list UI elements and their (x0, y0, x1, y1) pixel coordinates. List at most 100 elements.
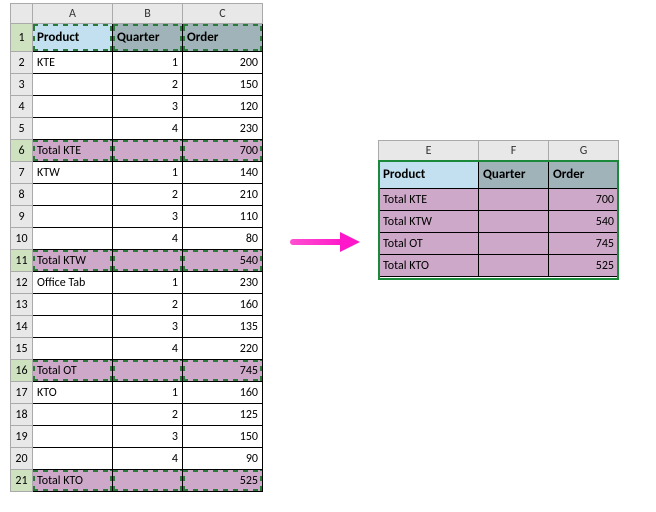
row-12[interactable]: 12Office Tab1230 (11, 272, 263, 294)
cell[interactable] (33, 228, 113, 250)
cell[interactable] (479, 255, 549, 277)
cell[interactable]: Office Tab (33, 272, 113, 294)
row-8[interactable]: 82210 (11, 184, 263, 206)
row-2[interactable]: 2KTE1200 (11, 52, 263, 74)
row-20[interactable]: 20490 (11, 448, 263, 470)
cell[interactable] (113, 140, 183, 162)
rownum[interactable]: 3 (11, 74, 33, 96)
cell[interactable]: 220 (183, 338, 263, 360)
cell[interactable]: 110 (183, 206, 263, 228)
row-19[interactable]: 193150 (11, 426, 263, 448)
col-G[interactable]: G (549, 141, 619, 161)
cell[interactable] (479, 211, 549, 233)
rownum[interactable]: 8 (11, 184, 33, 206)
row[interactable]: Total KTW 540 (379, 211, 619, 233)
cell[interactable]: 525 (183, 470, 263, 492)
row-5[interactable]: 54230 (11, 118, 263, 140)
cell[interactable]: Total KTE (33, 140, 113, 162)
cell[interactable]: Total KTW (33, 250, 113, 272)
cell[interactable]: 210 (183, 184, 263, 206)
cell-F1[interactable]: Quarter (479, 161, 549, 189)
rownum[interactable]: 10 (11, 228, 33, 250)
row-16[interactable]: 16Total OT745 (11, 360, 263, 382)
col-C[interactable]: C (183, 4, 263, 24)
cell[interactable]: 4 (113, 118, 183, 140)
cell[interactable]: 2 (113, 74, 183, 96)
cell[interactable] (33, 74, 113, 96)
cell[interactable] (33, 206, 113, 228)
cell[interactable] (33, 316, 113, 338)
cell[interactable]: 150 (183, 426, 263, 448)
rownum[interactable]: 12 (11, 272, 33, 294)
cell[interactable]: 745 (549, 233, 619, 255)
source-table[interactable]: A B C 1 Product Quarter Order 2KTE1200 3… (10, 3, 263, 492)
cell[interactable]: 120 (183, 96, 263, 118)
cell[interactable]: 3 (113, 426, 183, 448)
cell[interactable]: 160 (183, 294, 263, 316)
row-13[interactable]: 132160 (11, 294, 263, 316)
cell-E1[interactable]: Product (379, 161, 479, 189)
rownum[interactable]: 13 (11, 294, 33, 316)
cell[interactable]: 125 (183, 404, 263, 426)
rownum[interactable]: 14 (11, 316, 33, 338)
cell[interactable]: 540 (549, 211, 619, 233)
cell-B1[interactable]: Quarter (113, 24, 183, 52)
rownum[interactable]: 9 (11, 206, 33, 228)
row-21[interactable]: 21Total KTO525 (11, 470, 263, 492)
cell[interactable]: 135 (183, 316, 263, 338)
cell[interactable]: 1 (113, 382, 183, 404)
row-14[interactable]: 14 3135 (11, 316, 263, 338)
row-1[interactable]: 1 Product Quarter Order (11, 24, 263, 52)
cell[interactable]: Total KTO (379, 255, 479, 277)
row-18[interactable]: 182125 (11, 404, 263, 426)
cell[interactable] (479, 233, 549, 255)
cell[interactable] (33, 404, 113, 426)
cell[interactable]: 160 (183, 382, 263, 404)
rownum[interactable]: 1 (11, 24, 33, 52)
cell[interactable]: 3 (113, 206, 183, 228)
cell[interactable]: 1 (113, 162, 183, 184)
cell-C1[interactable]: Order (183, 24, 263, 52)
result-table[interactable]: E F G Product Quarter Order Total KTE700… (378, 140, 619, 277)
cell[interactable] (113, 470, 183, 492)
row-10[interactable]: 10480 (11, 228, 263, 250)
cell[interactable]: 1 (113, 52, 183, 74)
rownum[interactable]: 18 (11, 404, 33, 426)
rownum[interactable]: 2 (11, 52, 33, 74)
row-9[interactable]: 9 3110 (11, 206, 263, 228)
row[interactable]: Total KTO 525 (379, 255, 619, 277)
row-7[interactable]: 7KTW1140 (11, 162, 263, 184)
cell[interactable] (33, 118, 113, 140)
cell[interactable]: 4 (113, 338, 183, 360)
cell[interactable]: Total OT (379, 233, 479, 255)
cell[interactable] (479, 189, 549, 211)
cell[interactable]: 230 (183, 118, 263, 140)
cell[interactable]: 700 (183, 140, 263, 162)
cell[interactable] (113, 360, 183, 382)
cell[interactable]: 1 (113, 272, 183, 294)
row[interactable]: Total KTE700 (379, 189, 619, 211)
cell[interactable]: 525 (549, 255, 619, 277)
cell[interactable]: 140 (183, 162, 263, 184)
row-15[interactable]: 154220 (11, 338, 263, 360)
cell[interactable] (33, 96, 113, 118)
cell[interactable]: KTO (33, 382, 113, 404)
cell[interactable] (33, 294, 113, 316)
row-hdr[interactable]: Product Quarter Order (379, 161, 619, 189)
rownum[interactable]: 20 (11, 448, 33, 470)
col-B[interactable]: B (113, 4, 183, 24)
cell-A1[interactable]: Product (33, 24, 113, 52)
cell[interactable]: Total KTW (379, 211, 479, 233)
cell[interactable]: 150 (183, 74, 263, 96)
cell[interactable] (33, 338, 113, 360)
cell[interactable]: 3 (113, 316, 183, 338)
rownum[interactable]: 17 (11, 382, 33, 404)
col-A[interactable]: A (33, 4, 113, 24)
rownum[interactable]: 7 (11, 162, 33, 184)
cell[interactable] (33, 426, 113, 448)
cell[interactable] (33, 448, 113, 470)
cell[interactable]: Total KTE (379, 189, 479, 211)
cell[interactable]: 4 (113, 228, 183, 250)
row-3[interactable]: 3 2150 (11, 74, 263, 96)
cell[interactable]: KTE (33, 52, 113, 74)
